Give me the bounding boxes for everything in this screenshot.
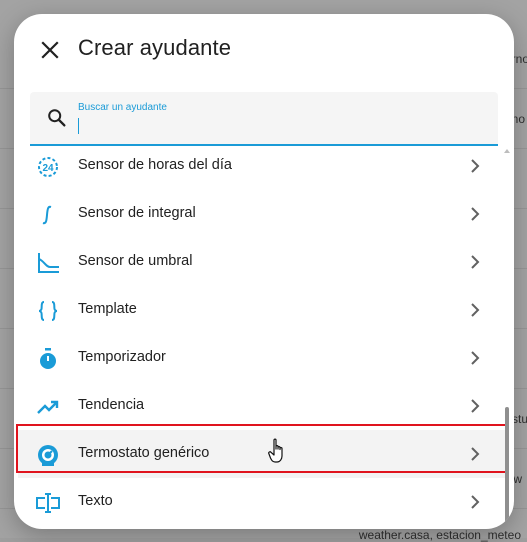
list-item-label: Tendencia xyxy=(78,397,145,413)
chevron-right-icon xyxy=(471,351,480,365)
integral-icon xyxy=(42,205,52,225)
background-text: weather.casa, estacion_meteo xyxy=(358,528,521,542)
dialog-title: Crear ayudante xyxy=(78,35,232,60)
chevron-right-icon xyxy=(471,255,480,269)
list-item-label: Template xyxy=(78,301,137,317)
thermostat-icon xyxy=(38,445,58,466)
list-item-label: Sensor de horas del día xyxy=(78,157,232,173)
list-item-texto[interactable]: Texto xyxy=(18,478,506,526)
close-button[interactable] xyxy=(36,36,64,64)
background-text: stu xyxy=(511,412,527,426)
list-item-label: Temporizador xyxy=(78,349,166,365)
helper-list: 24 Sensor de horas del día Sensor de int… xyxy=(14,146,514,529)
list-item-sensor-umbral[interactable]: Sensor de umbral xyxy=(18,238,506,286)
scrollbar-thumb[interactable] xyxy=(505,407,509,525)
list-item-label: Sensor de umbral xyxy=(78,253,193,269)
chevron-right-icon xyxy=(471,399,480,413)
chevron-right-icon xyxy=(471,495,480,509)
chevron-right-icon xyxy=(471,207,480,221)
text-field-icon xyxy=(36,493,60,513)
list-item-label: Termostato genérico xyxy=(78,445,210,461)
list-item-label: Texto xyxy=(78,493,113,509)
trending-up-icon xyxy=(37,400,59,414)
list-item-temporizador[interactable]: Temporizador xyxy=(18,334,506,382)
search-icon xyxy=(48,109,66,127)
scroll-up-arrow-icon[interactable] xyxy=(503,147,511,155)
threshold-icon xyxy=(38,253,59,273)
list-item-termostato-generico[interactable]: Termostato genérico xyxy=(18,430,506,478)
timer-icon xyxy=(40,348,56,369)
dialog-header: Crear ayudante xyxy=(14,14,514,86)
chevron-right-icon xyxy=(471,159,480,173)
svg-text:24: 24 xyxy=(42,163,54,174)
list-item-label: Sensor de integral xyxy=(78,205,196,221)
search-label: Buscar un ayudante xyxy=(78,102,167,113)
text-caret xyxy=(78,118,79,134)
list-item-sensor-integral[interactable]: Sensor de integral xyxy=(18,190,506,238)
chevron-right-icon xyxy=(471,303,480,317)
background-text: w xyxy=(513,472,522,486)
list-item-template[interactable]: Template xyxy=(18,286,506,334)
hand-pointer-icon xyxy=(268,438,283,463)
search-field[interactable]: Buscar un ayudante xyxy=(30,92,498,146)
code-braces-icon xyxy=(38,301,58,321)
search-input[interactable] xyxy=(78,117,478,137)
chevron-right-icon xyxy=(471,447,480,461)
list-item-sensor-horas-dia[interactable]: 24 Sensor de horas del día xyxy=(18,146,506,190)
close-icon xyxy=(41,41,59,59)
list-item-tendencia[interactable]: Tendencia xyxy=(18,382,506,430)
create-helper-dialog: Crear ayudante Buscar un ayudante 24 Sen… xyxy=(14,14,514,529)
clock-24-icon: 24 xyxy=(38,157,58,177)
